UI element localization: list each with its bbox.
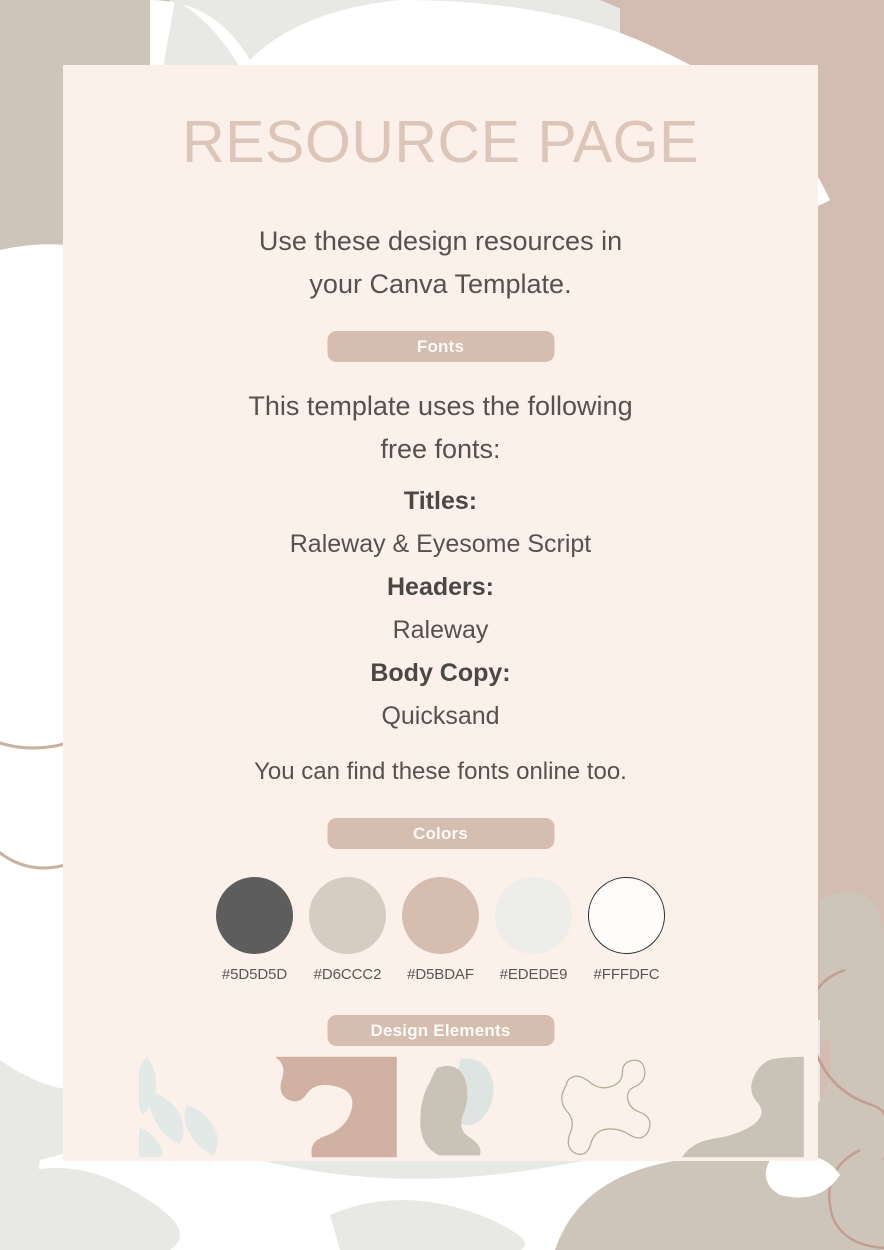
- page-title: RESOURCE PAGE: [182, 109, 699, 175]
- color-swatch-dot: [402, 877, 479, 954]
- fonts-section-badge: Fonts: [327, 331, 554, 362]
- font-entry-label: Headers:: [387, 573, 494, 601]
- color-swatch-hex-label: #EDEDE9: [499, 966, 568, 983]
- color-swatch-item: #D5BDAF: [402, 877, 479, 983]
- color-swatch-row: #5D5D5D #D6CCC2 #D5BDAF #EDEDE9 #FFFDFC: [63, 877, 818, 983]
- color-swatch-dot: [309, 877, 386, 954]
- design-elements-row: [63, 1053, 818, 1161]
- fonts-intro-line-1: This template uses the following: [248, 391, 633, 421]
- font-entry-value: Raleway: [392, 616, 489, 644]
- fonts-outro-text: You can find these fonts online too.: [254, 758, 627, 785]
- pale-leaf-branch-shape-icon: [139, 1056, 218, 1158]
- design-element-tile: [274, 1053, 397, 1161]
- resource-page-card: RESOURCE PAGE Use these design resources…: [63, 65, 818, 1161]
- design-element-tile: [411, 1053, 533, 1161]
- font-entry-value: Quicksand: [381, 702, 500, 730]
- color-swatch-dot: [216, 877, 293, 954]
- design-element-tile: [546, 1053, 668, 1161]
- font-list: Titles: Raleway & Eyesome Script Headers…: [63, 480, 818, 738]
- color-swatch-item: #5D5D5D: [216, 877, 293, 983]
- color-swatch-hex-label: #D5BDAF: [407, 966, 474, 983]
- font-entry-value: Raleway & Eyesome Script: [289, 530, 592, 558]
- color-swatch-dot: [495, 877, 572, 954]
- taupe-corner-wave-shape-icon: [682, 1056, 804, 1158]
- intro-text: Use these design resources in your Canva…: [63, 220, 818, 306]
- color-swatch-dot: [588, 877, 665, 954]
- color-swatch-hex-label: #FFFDFC: [593, 966, 660, 983]
- background-taupe-right-upper: [820, 891, 884, 1040]
- rose-organic-cutout-shape-icon: [274, 1056, 397, 1158]
- outline-amoeba-shape-icon: [561, 1059, 651, 1155]
- color-swatch-hex-label: #D6CCC2: [313, 966, 382, 983]
- color-swatch-hex-label: #5D5D5D: [221, 966, 288, 983]
- fonts-intro-line-2: free fonts:: [380, 433, 501, 464]
- color-swatch-item: #D6CCC2: [309, 877, 386, 983]
- intro-line-2: your Canva Template.: [309, 269, 572, 300]
- design-elements-section-badge: Design Elements: [327, 1015, 554, 1046]
- fonts-intro-text: This template uses the following free fo…: [63, 385, 818, 470]
- design-element-tile: [139, 1053, 261, 1161]
- design-element-tile: [682, 1053, 804, 1161]
- font-entry-label: Titles:: [403, 487, 478, 515]
- colors-section-badge: Colors: [327, 818, 554, 849]
- intro-line-1: Use these design resources in: [258, 226, 623, 256]
- taupe-blob-with-mint-accent-icon: [419, 1058, 494, 1156]
- color-swatch-item: #FFFDFC: [588, 877, 665, 983]
- font-entry-label: Body Copy:: [370, 659, 511, 687]
- color-swatch-item: #EDEDE9: [495, 877, 572, 983]
